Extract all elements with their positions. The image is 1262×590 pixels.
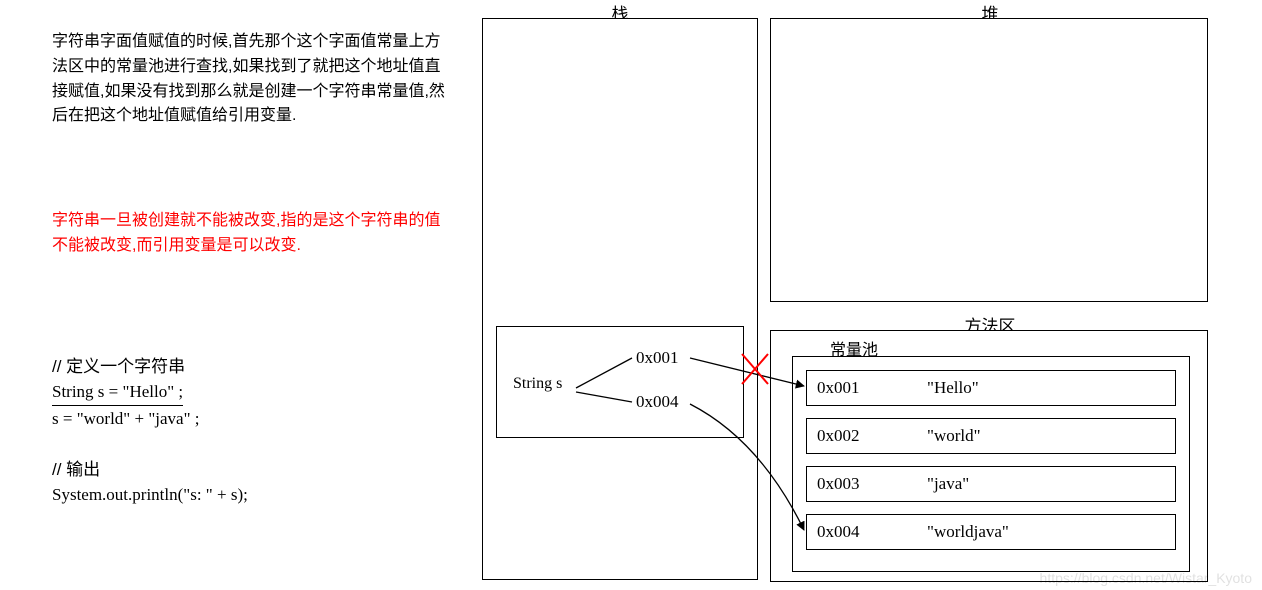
code-comment-2: // 输出 bbox=[52, 457, 452, 483]
pool-entry-1: 0x001 "Hello" bbox=[806, 370, 1176, 406]
frame-addr-new: 0x004 bbox=[636, 392, 679, 412]
pool-addr: 0x004 bbox=[817, 522, 927, 542]
pool-entry-3: 0x003 "java" bbox=[806, 466, 1176, 502]
frame-addr-old: 0x001 bbox=[636, 348, 679, 368]
pool-entry-2: 0x002 "world" bbox=[806, 418, 1176, 454]
pool-value: "java" bbox=[927, 474, 969, 494]
code-line-3: System.out.println("s: " + s); bbox=[52, 482, 452, 508]
pool-value: "world" bbox=[927, 426, 981, 446]
frame-variable: String s bbox=[513, 375, 562, 393]
explanation-column: 字符串字面值赋值的时候,首先那个这个字面值常量上方法区中的常量池进行查找,如果找… bbox=[52, 30, 452, 508]
pool-entry-4: 0x004 "worldjava" bbox=[806, 514, 1176, 550]
code-line-2: s = "world" + "java" ; bbox=[52, 406, 452, 432]
pool-addr: 0x003 bbox=[817, 474, 927, 494]
pool-addr: 0x001 bbox=[817, 378, 927, 398]
pool-value: "Hello" bbox=[927, 378, 979, 398]
watermark: https://blog.csdn.net/Wistar_Kyoto bbox=[1040, 570, 1252, 586]
heap-box bbox=[770, 18, 1208, 302]
stack-box bbox=[482, 18, 758, 580]
pool-value: "worldjava" bbox=[927, 522, 1009, 542]
code-block: // 定义一个字符串 String s = "Hello" ; s = "wor… bbox=[52, 354, 452, 508]
code-comment-1: // 定义一个字符串 bbox=[52, 354, 452, 380]
paragraph-2: 字符串一旦被创建就不能被改变,指的是这个字符串的值不能被改变,而引用变量是可以改… bbox=[52, 209, 452, 259]
paragraph-1: 字符串字面值赋值的时候,首先那个这个字面值常量上方法区中的常量池进行查找,如果找… bbox=[52, 30, 452, 129]
pool-addr: 0x002 bbox=[817, 426, 927, 446]
code-line-1: String s = "Hello" ; bbox=[52, 379, 183, 406]
stack-frame-box: String s bbox=[496, 326, 744, 438]
